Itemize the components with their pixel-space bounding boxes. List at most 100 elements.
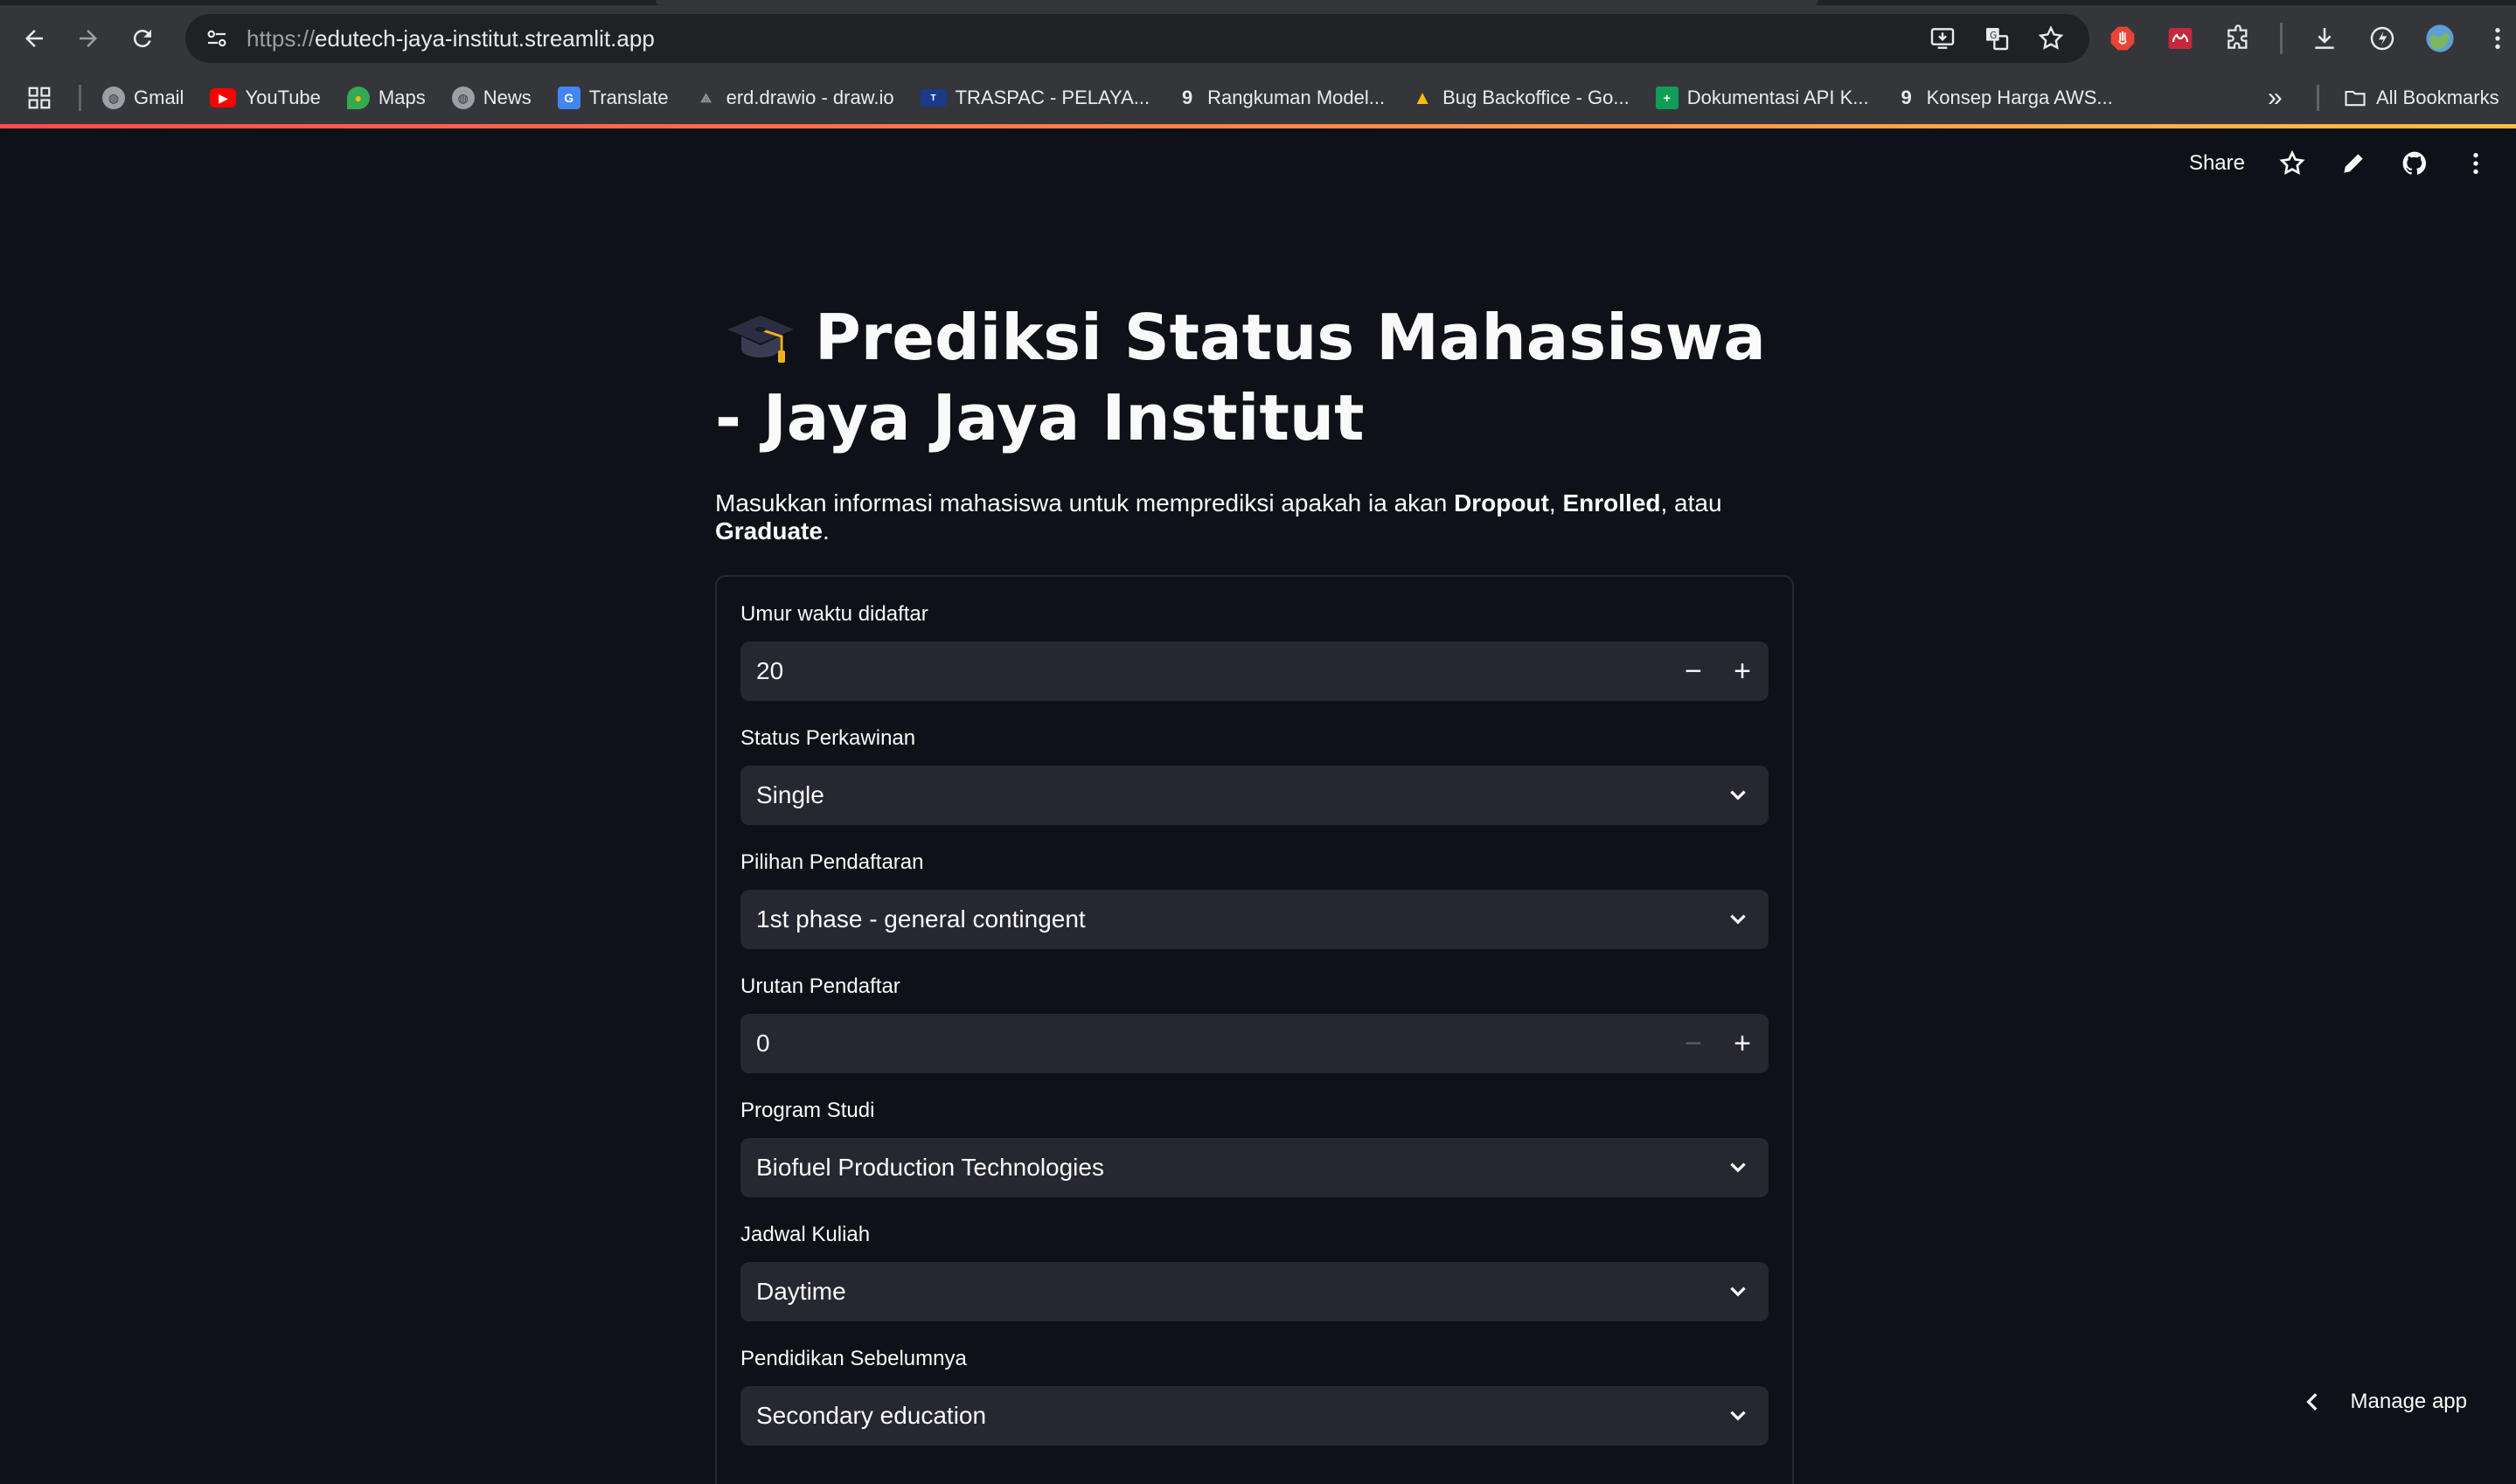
globe-icon: ◍ — [451, 87, 475, 109]
back-button[interactable] — [7, 11, 61, 66]
bookmarks-bar: ◍ Gmail ▶ YouTube ● Maps ◍ News G Translate ⟁… — [0, 72, 2516, 124]
chevron-down-icon[interactable] — [1707, 1262, 1769, 1321]
translate-page-icon[interactable]: G — [1983, 24, 2011, 52]
field-urutan-pendaftar: Urutan Pendaftar 0 − + — [740, 974, 1769, 1073]
site-info-icon[interactable] — [192, 14, 241, 63]
bookmark-konsep-harga[interactable]: 9 Konsep Harga AWS... — [1895, 87, 2112, 109]
arrow-right-icon — [80, 30, 97, 47]
drive-icon: ▲ — [1413, 87, 1432, 108]
course-select[interactable]: Biofuel Production Technologies — [740, 1138, 1769, 1197]
toolbar-separator — [2280, 23, 2283, 54]
streamlit-toolbar: Share — [2189, 128, 2516, 198]
globe-icon: ◍ — [102, 87, 125, 109]
extension-icons — [2107, 5, 2513, 72]
drawio-icon: ⟁ — [700, 90, 712, 105]
url-text: https://edutech-jaya-institut.streamlit.… — [247, 24, 655, 52]
chevron-down-icon[interactable] — [1707, 1138, 1769, 1197]
folder-icon — [2345, 90, 2366, 107]
bookmark-news[interactable]: ◍ News — [451, 87, 532, 109]
extensions-puzzle-icon[interactable] — [2222, 23, 2254, 54]
arrow-left-icon — [25, 30, 43, 47]
performance-icon[interactable] — [2367, 23, 2398, 54]
bookmark-drawio[interactable]: ⟁ erd.drawio - draw.io — [695, 87, 893, 109]
manage-app-button[interactable]: Manage app — [2302, 1390, 2467, 1414]
apps-grid-button[interactable] — [26, 85, 52, 111]
install-app-icon[interactable] — [1929, 24, 1957, 52]
downloads-icon[interactable] — [2309, 23, 2340, 54]
all-bookmarks-button[interactable]: All Bookmarks — [2343, 86, 2499, 110]
field-program-studi: Program Studi Biofuel Production Technol… — [740, 1098, 1769, 1197]
notion-icon: 9 — [1181, 87, 1193, 108]
bookmark-maps[interactable]: ● Maps — [346, 87, 426, 109]
svg-text:G: G — [1990, 30, 1997, 41]
chevron-down-icon[interactable] — [1707, 766, 1769, 825]
field-status-perkawinan: Status Perkawinan Single — [740, 725, 1769, 825]
increment-button[interactable]: + — [1718, 1014, 1767, 1073]
page-title: Prediksi Status Mahasiswa - Jaya Jaya In… — [715, 301, 1766, 454]
chevron-down-icon[interactable] — [1707, 1386, 1769, 1446]
traspac-icon: T — [920, 89, 947, 107]
select-value: 1st phase - general contingent — [756, 905, 1086, 933]
select-value: Secondary education — [756, 1402, 987, 1429]
field-pilihan-pendaftaran: Pilihan Pendaftaran 1st phase - general … — [740, 849, 1769, 949]
order-value[interactable]: 0 — [740, 1030, 1669, 1058]
bookmarks-separator-right — [2317, 85, 2319, 111]
sheets-icon: + — [1655, 87, 1678, 109]
bookmark-youtube[interactable]: ▶ YouTube — [210, 87, 321, 109]
forward-button[interactable] — [61, 11, 115, 66]
attendance-select[interactable]: Daytime — [740, 1262, 1769, 1321]
field-label: Jadwal Kuliah — [740, 1223, 871, 1246]
field-label: Pendidikan Sebelumnya — [740, 1347, 967, 1370]
translate-icon: G — [557, 87, 580, 109]
student-form: Umur waktu didaftar 20 − + Status Perkaw… — [715, 575, 1794, 1484]
main-content: Prediksi Status Mahasiswa - Jaya Jaya In… — [715, 297, 1794, 1484]
select-value: Biofuel Production Technologies — [756, 1154, 1104, 1181]
field-jadwal-kuliah: Jadwal Kuliah Daytime — [740, 1222, 1769, 1321]
bookmark-rangkuman[interactable]: 9 Rangkuman Model... — [1176, 87, 1385, 109]
profile-avatar[interactable] — [2424, 23, 2456, 54]
field-umur: Umur waktu didaftar 20 − + — [740, 601, 1769, 701]
bookmarks-separator — [79, 85, 81, 111]
bookmark-dokumentasi-api[interactable]: + Dokumentasi API K... — [1655, 87, 1869, 109]
page-description: Masukkan informasi mahasiswa untuk mempr… — [715, 489, 1722, 544]
address-bar[interactable]: https://edutech-jaya-institut.streamlit.… — [185, 14, 2089, 63]
bookmark-traspac[interactable]: T TRASPAC - PELAYA... — [920, 87, 1150, 109]
age-value[interactable]: 20 — [740, 657, 1669, 685]
streamlit-decoration-bar — [0, 124, 2516, 128]
field-label: Urutan Pendaftar — [740, 974, 900, 998]
browser-menu-icon[interactable] — [2482, 23, 2513, 54]
field-label: Program Studi — [740, 1099, 875, 1122]
share-button[interactable]: Share — [2189, 151, 2245, 176]
chevron-left-icon — [2305, 1393, 2317, 1411]
edit-pencil-icon[interactable] — [2339, 149, 2367, 177]
apps-grid-icon — [28, 87, 51, 109]
more-bookmarks-button[interactable]: » — [2268, 83, 2283, 113]
increment-button[interactable]: + — [1718, 641, 1767, 701]
decrement-button[interactable]: − — [1669, 641, 1718, 701]
reload-icon — [133, 30, 151, 48]
select-value: Single — [756, 781, 824, 808]
chevron-down-icon[interactable] — [1707, 890, 1769, 949]
mendeley-extension-icon[interactable] — [2165, 23, 2196, 54]
stop-hand-extension-icon[interactable] — [2107, 23, 2138, 54]
reload-button[interactable] — [115, 11, 170, 66]
bookmark-gmail[interactable]: ◍ Gmail — [102, 87, 184, 109]
bookmark-bug-backoffice[interactable]: ▲ Bug Backoffice - Go... — [1411, 87, 1629, 109]
previous-qualification-select[interactable]: Secondary education — [740, 1386, 1769, 1446]
age-number-input[interactable]: 20 − + — [740, 641, 1769, 701]
bookmark-translate[interactable]: G Translate — [557, 87, 669, 109]
field-label: Status Perkawinan — [740, 726, 916, 750]
favorite-star-icon[interactable] — [2278, 149, 2306, 177]
graduation-cap-icon — [726, 306, 796, 367]
field-label: Umur waktu didaftar — [740, 602, 928, 626]
youtube-icon: ▶ — [210, 88, 237, 107]
maps-icon: ● — [346, 87, 370, 109]
notion-icon: 9 — [1901, 87, 1912, 108]
decrement-button[interactable]: − — [1669, 1014, 1718, 1073]
marital-status-select[interactable]: Single — [740, 766, 1769, 825]
application-mode-select[interactable]: 1st phase - general contingent — [740, 890, 1769, 949]
bookmark-star-icon[interactable] — [2037, 24, 2065, 52]
app-menu-icon[interactable] — [2462, 149, 2490, 177]
application-order-number-input[interactable]: 0 − + — [740, 1014, 1769, 1073]
github-icon[interactable] — [2401, 149, 2429, 177]
